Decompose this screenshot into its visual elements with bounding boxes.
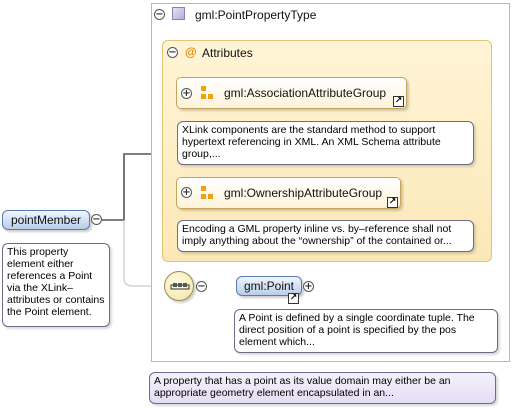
- complex-type-icon: [172, 7, 185, 20]
- type-title: gml:PointPropertyType: [195, 8, 317, 22]
- type-description: A property that has a point as its value…: [149, 372, 496, 404]
- gml-point-description: A Point is defined by a single coordinat…: [234, 309, 498, 353]
- attributes-title: Attributes: [202, 46, 253, 60]
- association-group-label: gml:AssociationAttributeGroup: [224, 86, 387, 100]
- sequence-icon: [170, 283, 190, 290]
- shortcut-arrow-icon[interactable]: ↗: [387, 197, 398, 208]
- ownership-group-expand-toggle[interactable]: +: [181, 187, 192, 198]
- attribute-group-icon: [201, 86, 215, 100]
- shortcut-arrow-icon[interactable]: ↗: [393, 96, 404, 107]
- attribute-group-icon: [201, 186, 215, 200]
- sequence-collapse-toggle[interactable]: −: [196, 281, 207, 292]
- sequence-compositor[interactable]: [164, 271, 194, 301]
- ownership-group-label: gml:OwnershipAttributeGroup: [224, 186, 383, 200]
- type-collapse-toggle[interactable]: −: [154, 9, 165, 20]
- attribute-at-icon: @: [185, 45, 197, 59]
- point-member-description: This property element either references …: [2, 243, 110, 327]
- association-group-expand-toggle[interactable]: +: [181, 88, 192, 99]
- attributes-collapse-toggle[interactable]: −: [167, 47, 178, 58]
- gml-point-expand-toggle[interactable]: +: [303, 281, 314, 292]
- point-member-element[interactable]: pointMember: [2, 210, 90, 230]
- shortcut-arrow-icon[interactable]: ↗: [288, 293, 299, 304]
- association-group-description: XLink components are the standard method…: [177, 121, 474, 165]
- point-member-collapse-toggle[interactable]: −: [91, 214, 102, 225]
- ownership-group-description: Encoding a GML property inline vs. by–re…: [177, 220, 474, 252]
